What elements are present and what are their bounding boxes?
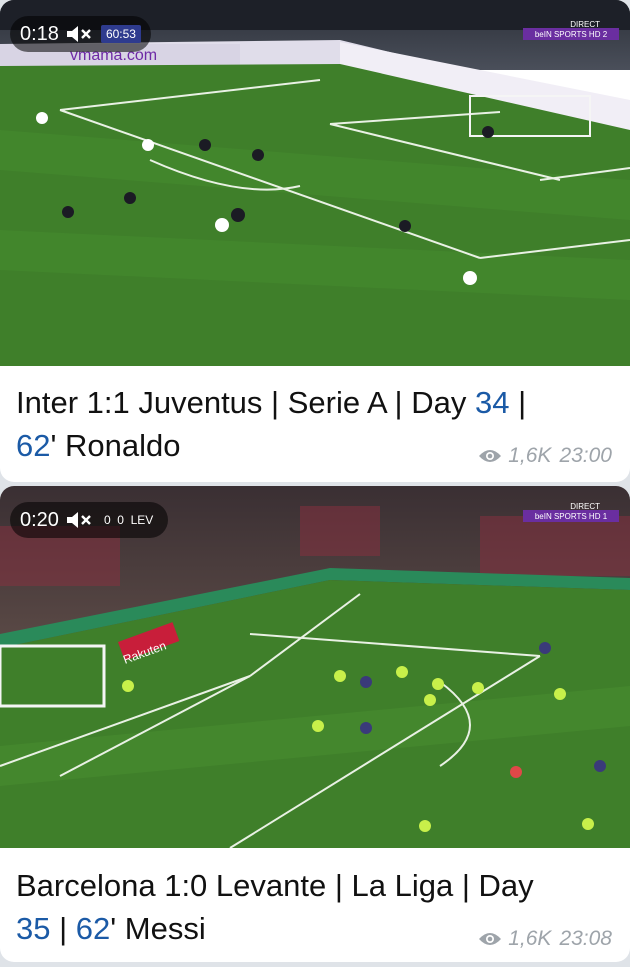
video-duration-2: 0:20 [20,508,59,531]
caption-text: Inter 1:1 Juventus | Serie A | Day [16,385,475,420]
caption-text: ' Ronaldo [50,428,181,463]
caption-text: ' Messi [110,911,206,946]
caption-text: | [50,911,76,946]
message-card-1[interactable]: vmama.com DIRECT beIN SPORTS HD 2 0:18 6… [0,0,630,482]
eye-icon [478,931,502,947]
broadcaster-tag-2: DIRECT [570,502,600,511]
broadcaster-label-1: beIN SPORTS HD 2 [535,30,608,39]
video-frame-2: Rakuten DIRECT beIN SPORTS HD 1 [0,486,630,848]
video-thumbnail-2[interactable]: Rakuten DIRECT beIN SPORTS HD 1 [0,486,630,848]
caption-text: Barcelona 1:0 Levante | La Liga | Day [16,868,534,903]
post-time-2: 23:08 [559,927,612,950]
view-count-1: 1,6K [508,444,552,467]
speaker-muted-icon[interactable] [65,511,99,529]
broadcaster-label-2: beIN SPORTS HD 1 [535,512,608,521]
duration-pill-2[interactable]: 0:20 0 0 LEV [10,502,169,538]
video-duration-1: 0:18 [20,22,59,45]
score-overlay-1: 60:53 [100,25,141,43]
eye-icon [478,448,502,464]
video-thumbnail-1[interactable]: vmama.com DIRECT beIN SPORTS HD 2 [0,0,630,366]
post-meta-1: 1,6K 23:00 [478,444,612,468]
caption-day-link[interactable]: 34 [475,385,509,420]
view-count-2: 1,6K [508,927,552,950]
broadcaster-tag-1: DIRECT [570,20,600,29]
duration-pill-1[interactable]: 0:18 60:53 [10,16,151,52]
caption-minute-link[interactable]: 62 [16,428,50,463]
caption-day-link[interactable]: 35 [16,911,50,946]
caption-text: | [509,385,527,420]
video-frame-1: vmama.com DIRECT beIN SPORTS HD 2 [0,0,630,366]
post-time-1: 23:00 [559,444,612,467]
post-meta-2: 1,6K 23:08 [478,927,612,951]
score-overlay-2: 0 0 LEV [103,513,154,527]
caption-minute-link[interactable]: 62 [76,911,110,946]
speaker-muted-icon[interactable] [65,25,99,43]
